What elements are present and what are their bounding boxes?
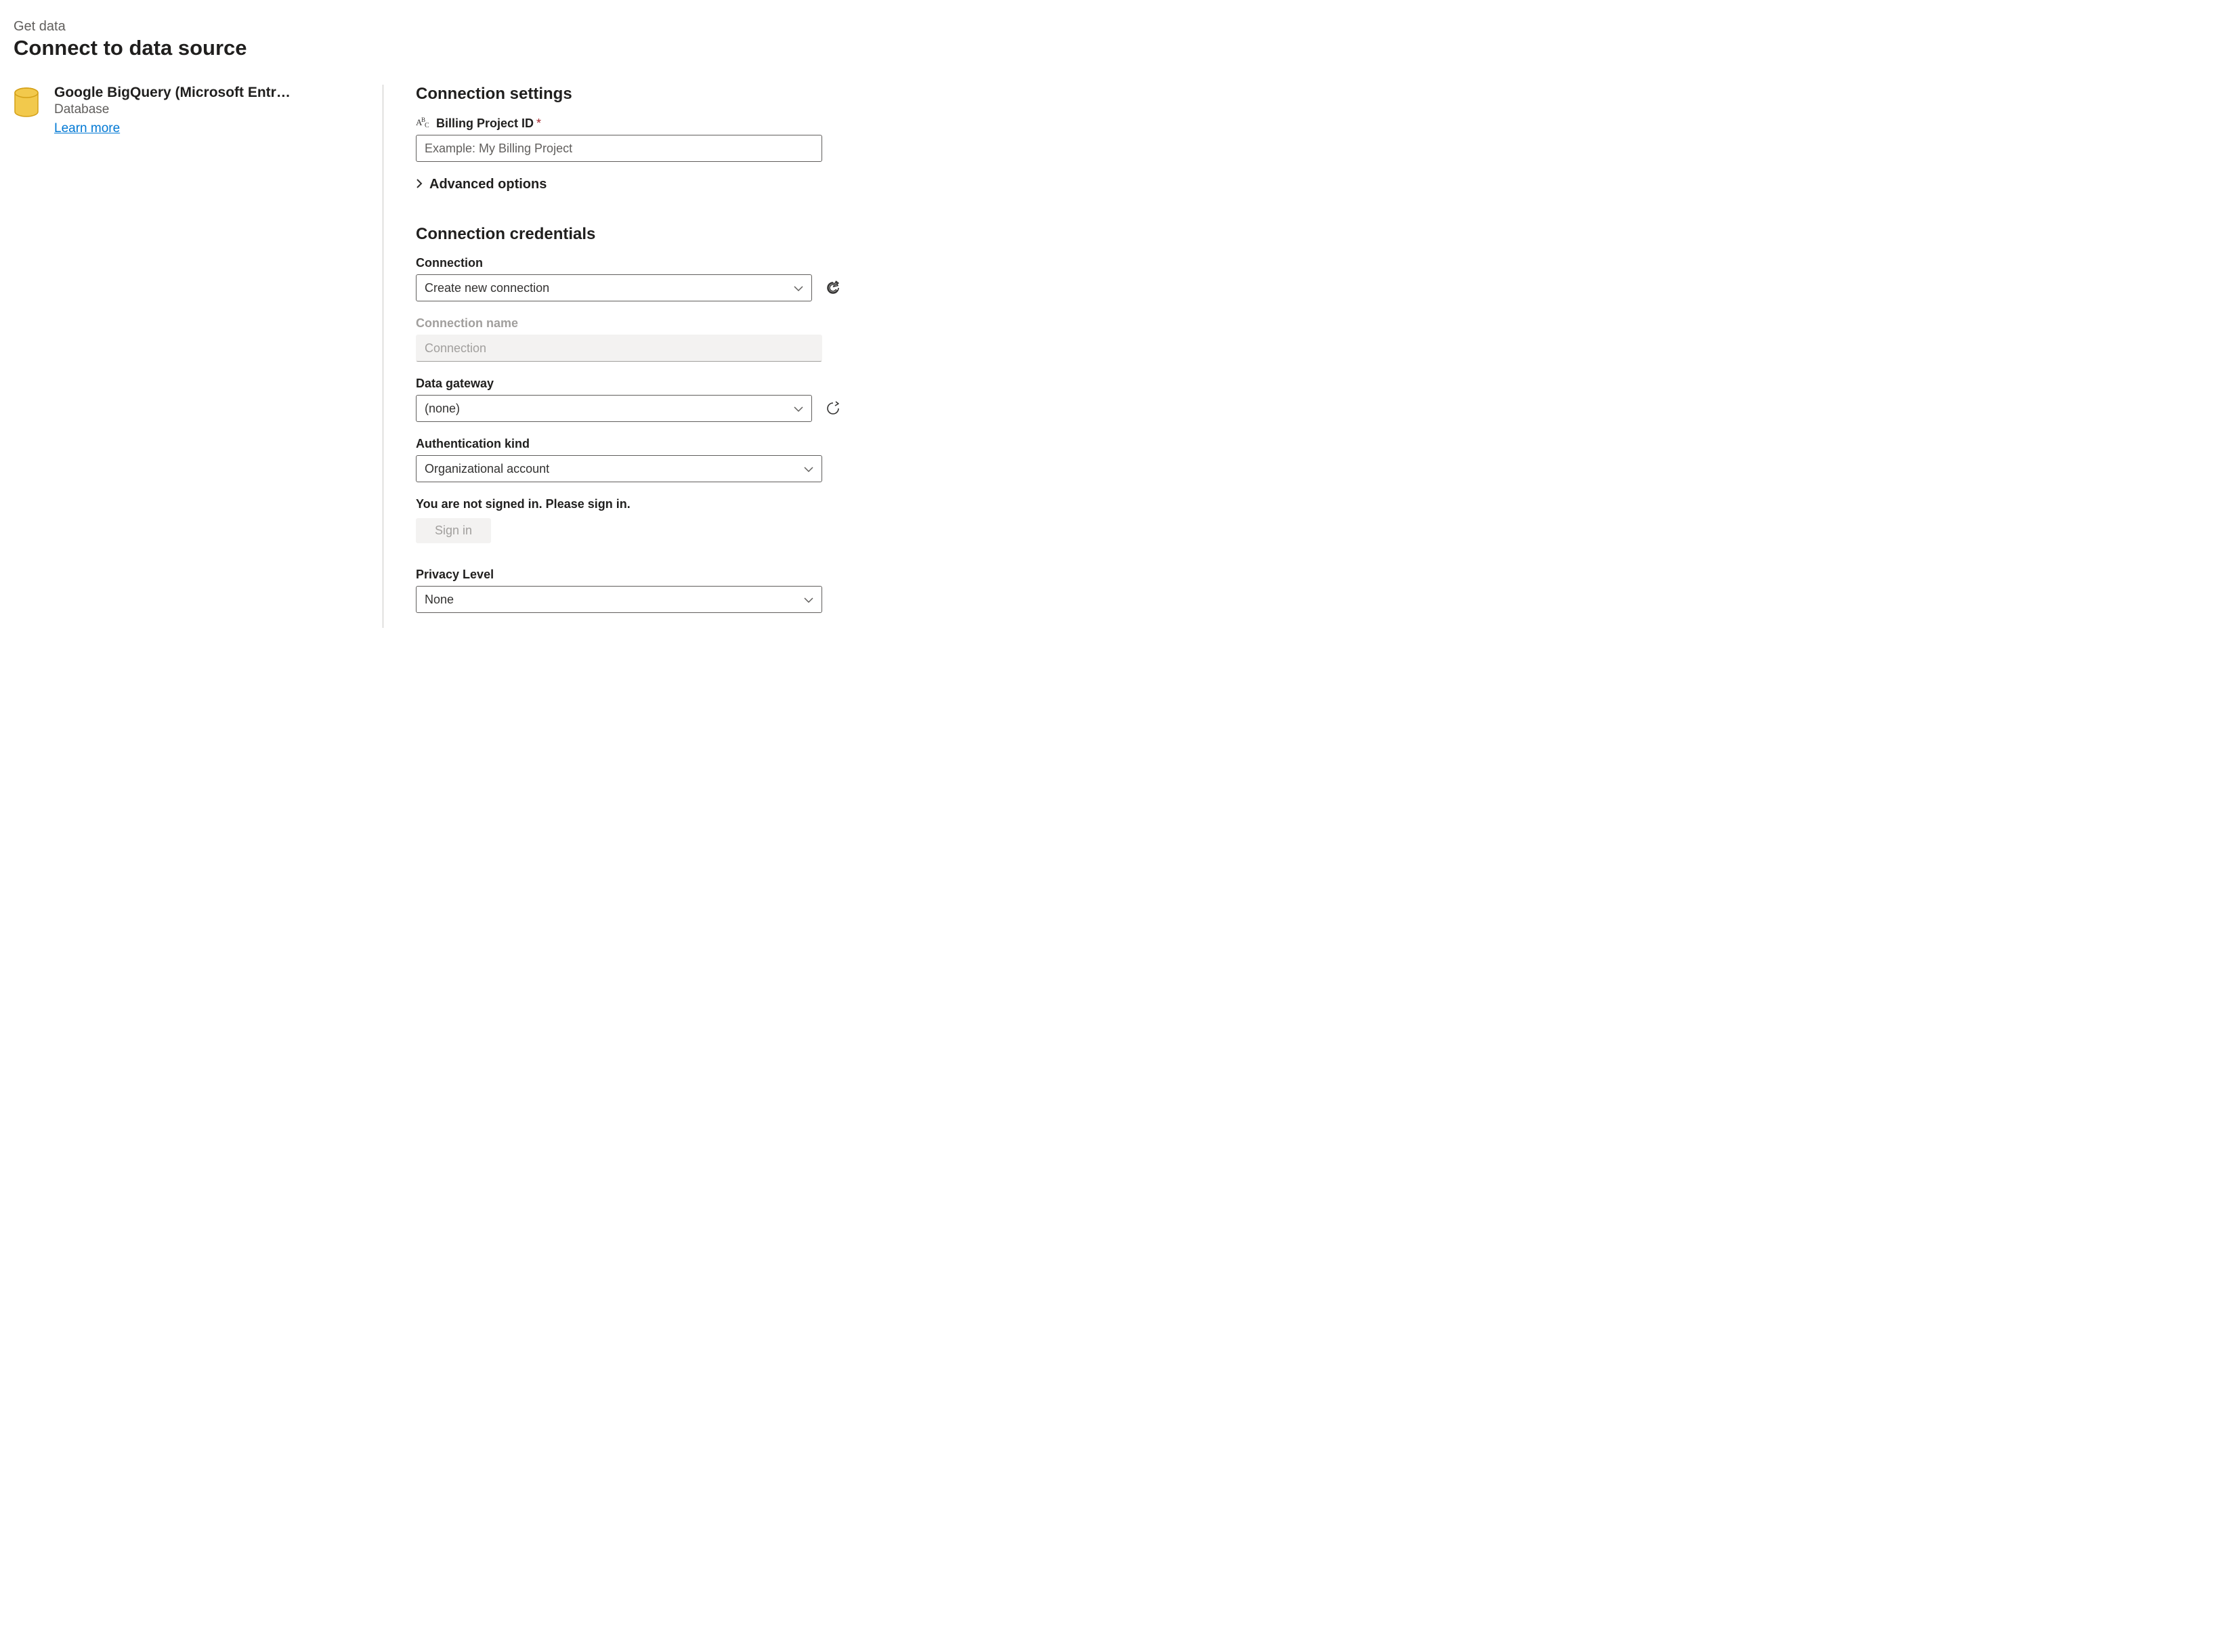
page-title: Connect to data source: [14, 36, 2225, 60]
billing-project-label: ABC Billing Project ID*: [416, 116, 822, 131]
connection-name-input: [416, 335, 822, 362]
breadcrumb: Get data: [14, 19, 2225, 35]
connector-summary-panel: Google BigQuery (Microsoft Entra... Data…: [14, 85, 383, 628]
chevron-down-icon: [794, 281, 803, 295]
signin-status-message: You are not signed in. Please sign in.: [416, 497, 843, 511]
billing-project-input[interactable]: [416, 135, 822, 162]
svg-text:C: C: [425, 122, 429, 128]
advanced-options-toggle[interactable]: Advanced options: [416, 177, 843, 192]
chevron-down-icon: [804, 462, 813, 476]
authentication-kind-label: Authentication kind: [416, 437, 822, 451]
connection-select[interactable]: Create new connection: [416, 274, 812, 301]
chevron-right-icon: [416, 177, 423, 192]
connection-label: Connection: [416, 256, 843, 270]
database-icon: [14, 85, 39, 121]
connection-credentials-heading: Connection credentials: [416, 225, 843, 244]
connector-name: Google BigQuery (Microsoft Entra...: [54, 85, 291, 101]
connector-category: Database: [54, 102, 291, 117]
signin-button[interactable]: Sign in: [416, 518, 491, 543]
data-gateway-label: Data gateway: [416, 377, 843, 391]
refresh-gateway-button[interactable]: [823, 398, 843, 419]
connection-name-label: Connection name: [416, 316, 822, 331]
data-gateway-select[interactable]: (none): [416, 395, 812, 422]
text-type-icon: ABC: [416, 116, 431, 131]
required-asterisk: *: [536, 117, 541, 130]
refresh-connection-button[interactable]: [823, 278, 843, 298]
refresh-icon: [825, 280, 841, 296]
privacy-level-label: Privacy Level: [416, 568, 822, 582]
connection-settings-heading: Connection settings: [416, 85, 843, 104]
chevron-down-icon: [804, 593, 813, 607]
refresh-icon: [825, 400, 841, 417]
chevron-down-icon: [794, 402, 803, 416]
privacy-level-select[interactable]: None: [416, 586, 822, 613]
authentication-kind-select[interactable]: Organizational account: [416, 455, 822, 482]
learn-more-link[interactable]: Learn more: [54, 121, 120, 135]
